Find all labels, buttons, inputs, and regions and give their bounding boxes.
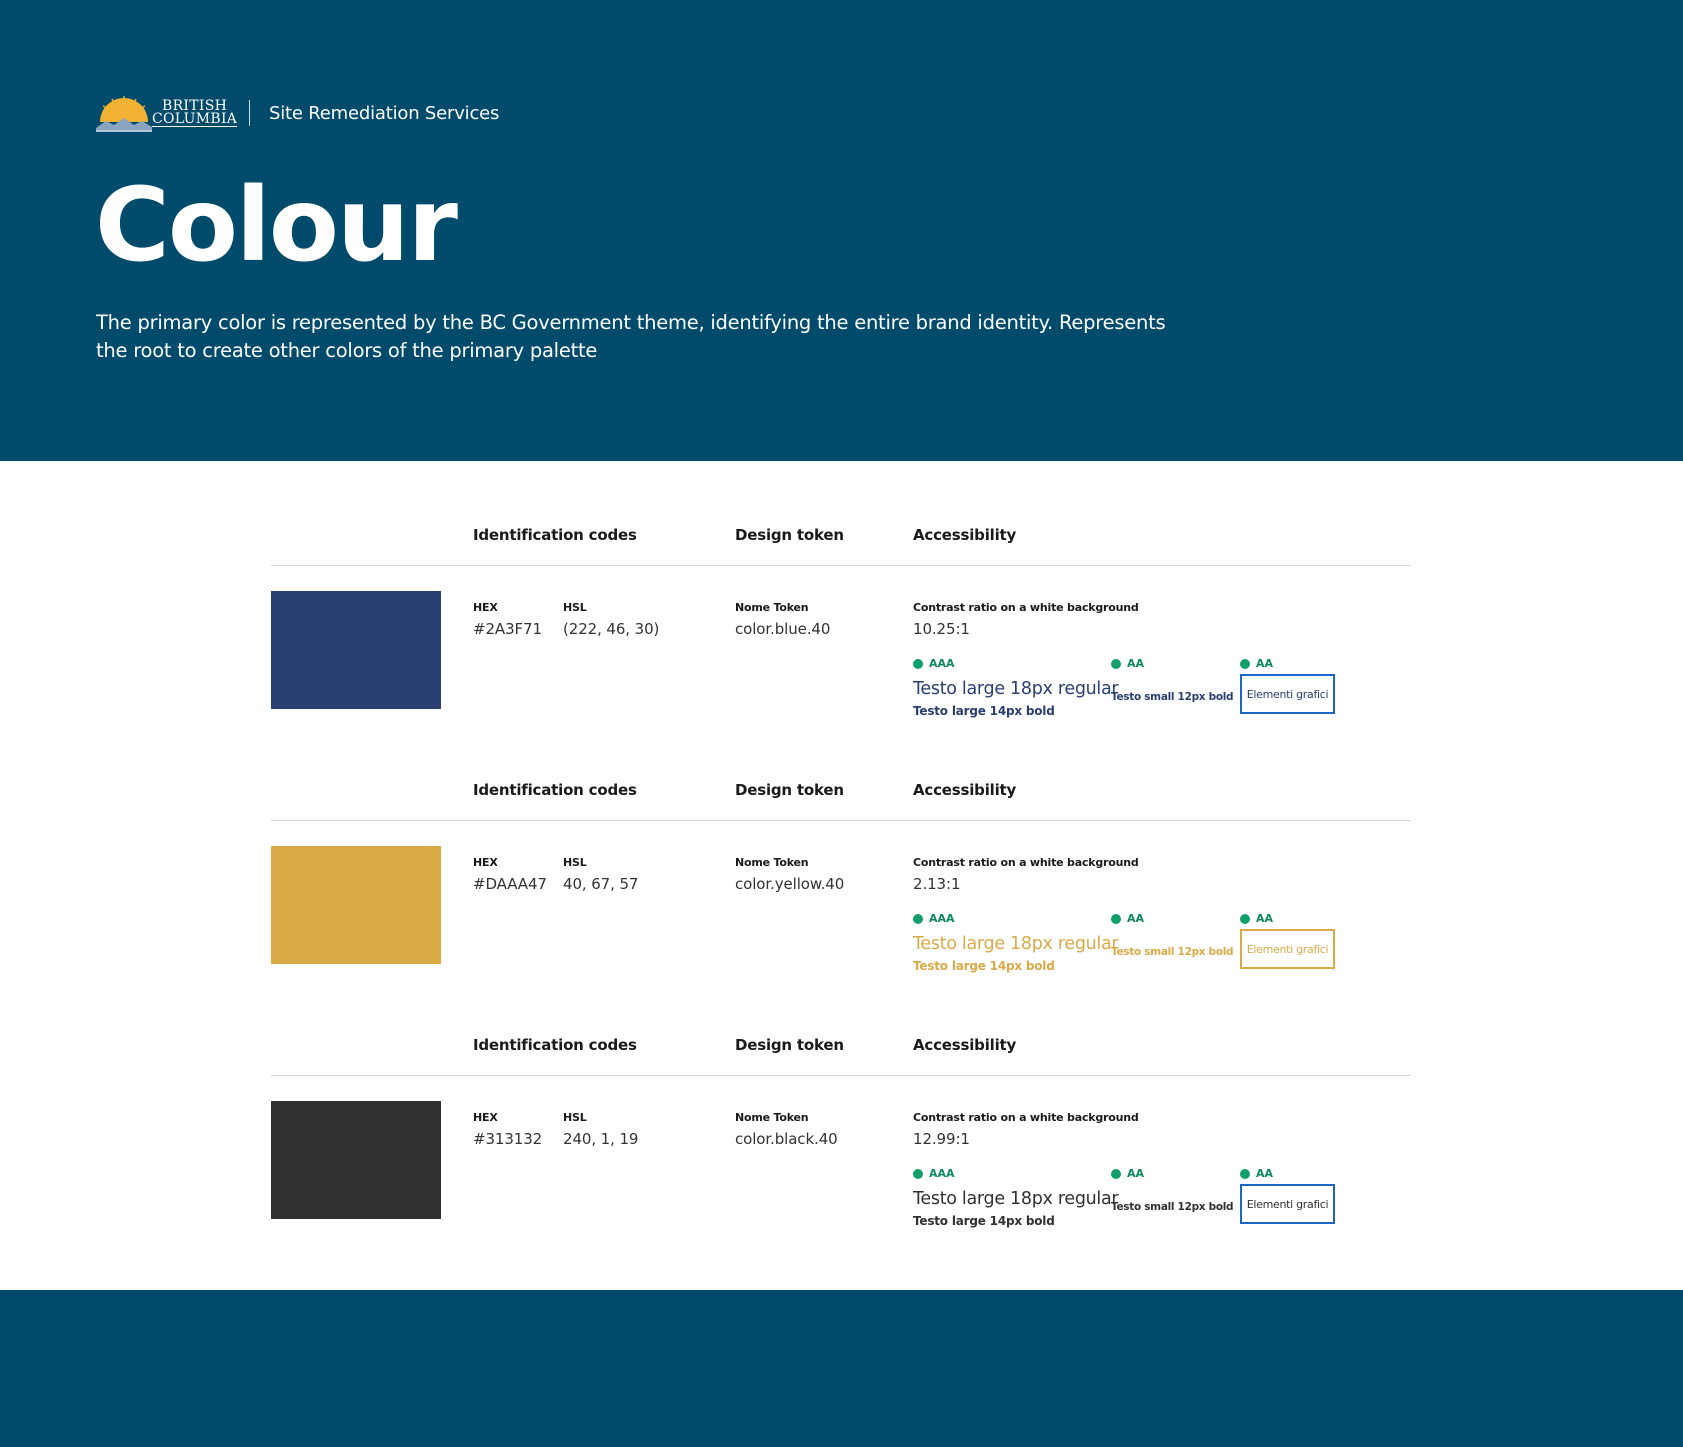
bc-sun-logo-icon: [96, 96, 152, 132]
identification-codes-heading: Identification codes: [473, 781, 637, 799]
sample-large-bold: Testo large 14px bold: [913, 959, 1055, 973]
aa-badge-label: AA: [1256, 1167, 1274, 1180]
page-title: Colour: [95, 166, 458, 285]
sample-graphic-element: Elementi grafici: [1240, 674, 1335, 714]
status-dot-icon: [1240, 913, 1250, 924]
hsl-label: HSL: [563, 1111, 587, 1124]
sample-large-regular: Testo large 18px regular: [913, 1189, 1119, 1209]
intro-text: The primary color is represented by the …: [96, 311, 1166, 362]
status-dot-icon: [1240, 658, 1250, 669]
aa-badge-graphics: AA: [1240, 912, 1273, 925]
status-dot-icon: [913, 913, 923, 924]
token-value: color.yellow.40: [735, 875, 845, 893]
page-footer: [0, 1290, 1683, 1447]
status-dot-icon: [913, 658, 923, 669]
contrast-value: 12.99:1: [913, 1130, 970, 1148]
hex-value: #DAAA47: [473, 875, 547, 893]
contrast-value: 2.13:1: [913, 875, 961, 893]
brand-divider: [249, 100, 250, 126]
hsl-label: HSL: [563, 601, 587, 614]
hsl-value: 240, 1, 19: [563, 1130, 639, 1148]
aa-badge-label: AA: [1127, 912, 1145, 925]
aaa-badge: AAA: [913, 1167, 955, 1180]
token-value: color.black.40: [735, 1130, 838, 1148]
color-section-blue: Identification codes Design token Access…: [271, 508, 1411, 756]
sample-graphic-element: Elementi grafici: [1240, 929, 1335, 969]
accessibility-heading: Accessibility: [913, 526, 1017, 544]
hex-value: #2A3F71: [473, 620, 542, 638]
logo-wordmark: BRITISH COLUMBIA: [152, 99, 238, 127]
token-name-label: Nome Token: [735, 856, 809, 869]
aaa-badge: AAA: [913, 657, 955, 670]
aa-badge-small-text: AA: [1111, 1167, 1144, 1180]
sample-large-bold: Testo large 14px bold: [913, 704, 1055, 718]
hex-label: HEX: [473, 856, 498, 869]
site-name[interactable]: Site Remediation Services: [269, 103, 499, 124]
aa-badge-label: AA: [1256, 912, 1274, 925]
contrast-label: Contrast ratio on a white background: [913, 1111, 1139, 1124]
aa-badge-label: AA: [1127, 1167, 1145, 1180]
section-header-row: Identification codes Design token Access…: [271, 508, 1411, 566]
token-name-label: Nome Token: [735, 601, 809, 614]
color-swatch: [271, 1101, 441, 1219]
hero-header: BRITISH COLUMBIA Site Remediation Servic…: [0, 0, 1683, 461]
aaa-badge-label: AAA: [929, 657, 955, 670]
aa-badge-graphics: AA: [1240, 657, 1273, 670]
accessibility-heading: Accessibility: [913, 1036, 1017, 1054]
aa-badge-small-text: AA: [1111, 657, 1144, 670]
sample-large-regular: Testo large 18px regular: [913, 934, 1119, 954]
aa-badge-label: AA: [1256, 657, 1274, 670]
brand-bar: BRITISH COLUMBIA Site Remediation Servic…: [96, 94, 499, 132]
contrast-label: Contrast ratio on a white background: [913, 856, 1139, 869]
status-dot-icon: [1240, 1168, 1250, 1179]
aa-badge-label: AA: [1127, 657, 1145, 670]
aaa-badge-label: AAA: [929, 912, 955, 925]
sample-small-bold: Testo small 12px bold: [1111, 691, 1234, 703]
status-dot-icon: [1111, 913, 1121, 924]
design-token-heading: Design token: [735, 1036, 844, 1054]
sample-large-bold: Testo large 14px bold: [913, 1214, 1055, 1228]
hex-value: #313132: [473, 1130, 543, 1148]
design-token-heading: Design token: [735, 781, 844, 799]
color-section-yellow: Identification codes Design token Access…: [271, 763, 1411, 1011]
sample-small-bold: Testo small 12px bold: [1111, 946, 1234, 958]
sample-large-regular: Testo large 18px regular: [913, 679, 1119, 699]
contrast-value: 10.25:1: [913, 620, 970, 638]
sample-small-bold: Testo small 12px bold: [1111, 1201, 1234, 1213]
bc-government-logo[interactable]: BRITISH COLUMBIA: [96, 94, 238, 132]
identification-codes-heading: Identification codes: [473, 1036, 637, 1054]
aa-badge-small-text: AA: [1111, 912, 1144, 925]
accessibility-heading: Accessibility: [913, 781, 1017, 799]
status-dot-icon: [1111, 658, 1121, 669]
aa-badge-graphics: AA: [1240, 1167, 1273, 1180]
section-header-row: Identification codes Design token Access…: [271, 1018, 1411, 1076]
token-value: color.blue.40: [735, 620, 831, 638]
hsl-value: (222, 46, 30): [563, 620, 660, 638]
sample-graphic-element: Elementi grafici: [1240, 1184, 1335, 1224]
hsl-label: HSL: [563, 856, 587, 869]
logo-line-2: COLUMBIA: [152, 111, 238, 127]
color-swatch: [271, 591, 441, 709]
aaa-badge: AAA: [913, 912, 955, 925]
aaa-badge-label: AAA: [929, 1167, 955, 1180]
color-swatch: [271, 846, 441, 964]
hex-label: HEX: [473, 1111, 498, 1124]
identification-codes-heading: Identification codes: [473, 526, 637, 544]
status-dot-icon: [913, 1168, 923, 1179]
status-dot-icon: [1111, 1168, 1121, 1179]
hex-label: HEX: [473, 601, 498, 614]
contrast-label: Contrast ratio on a white background: [913, 601, 1139, 614]
token-name-label: Nome Token: [735, 1111, 809, 1124]
hsl-value: 40, 67, 57: [563, 875, 639, 893]
section-header-row: Identification codes Design token Access…: [271, 763, 1411, 821]
design-token-heading: Design token: [735, 526, 844, 544]
color-section-black: Identification codes Design token Access…: [271, 1018, 1411, 1266]
